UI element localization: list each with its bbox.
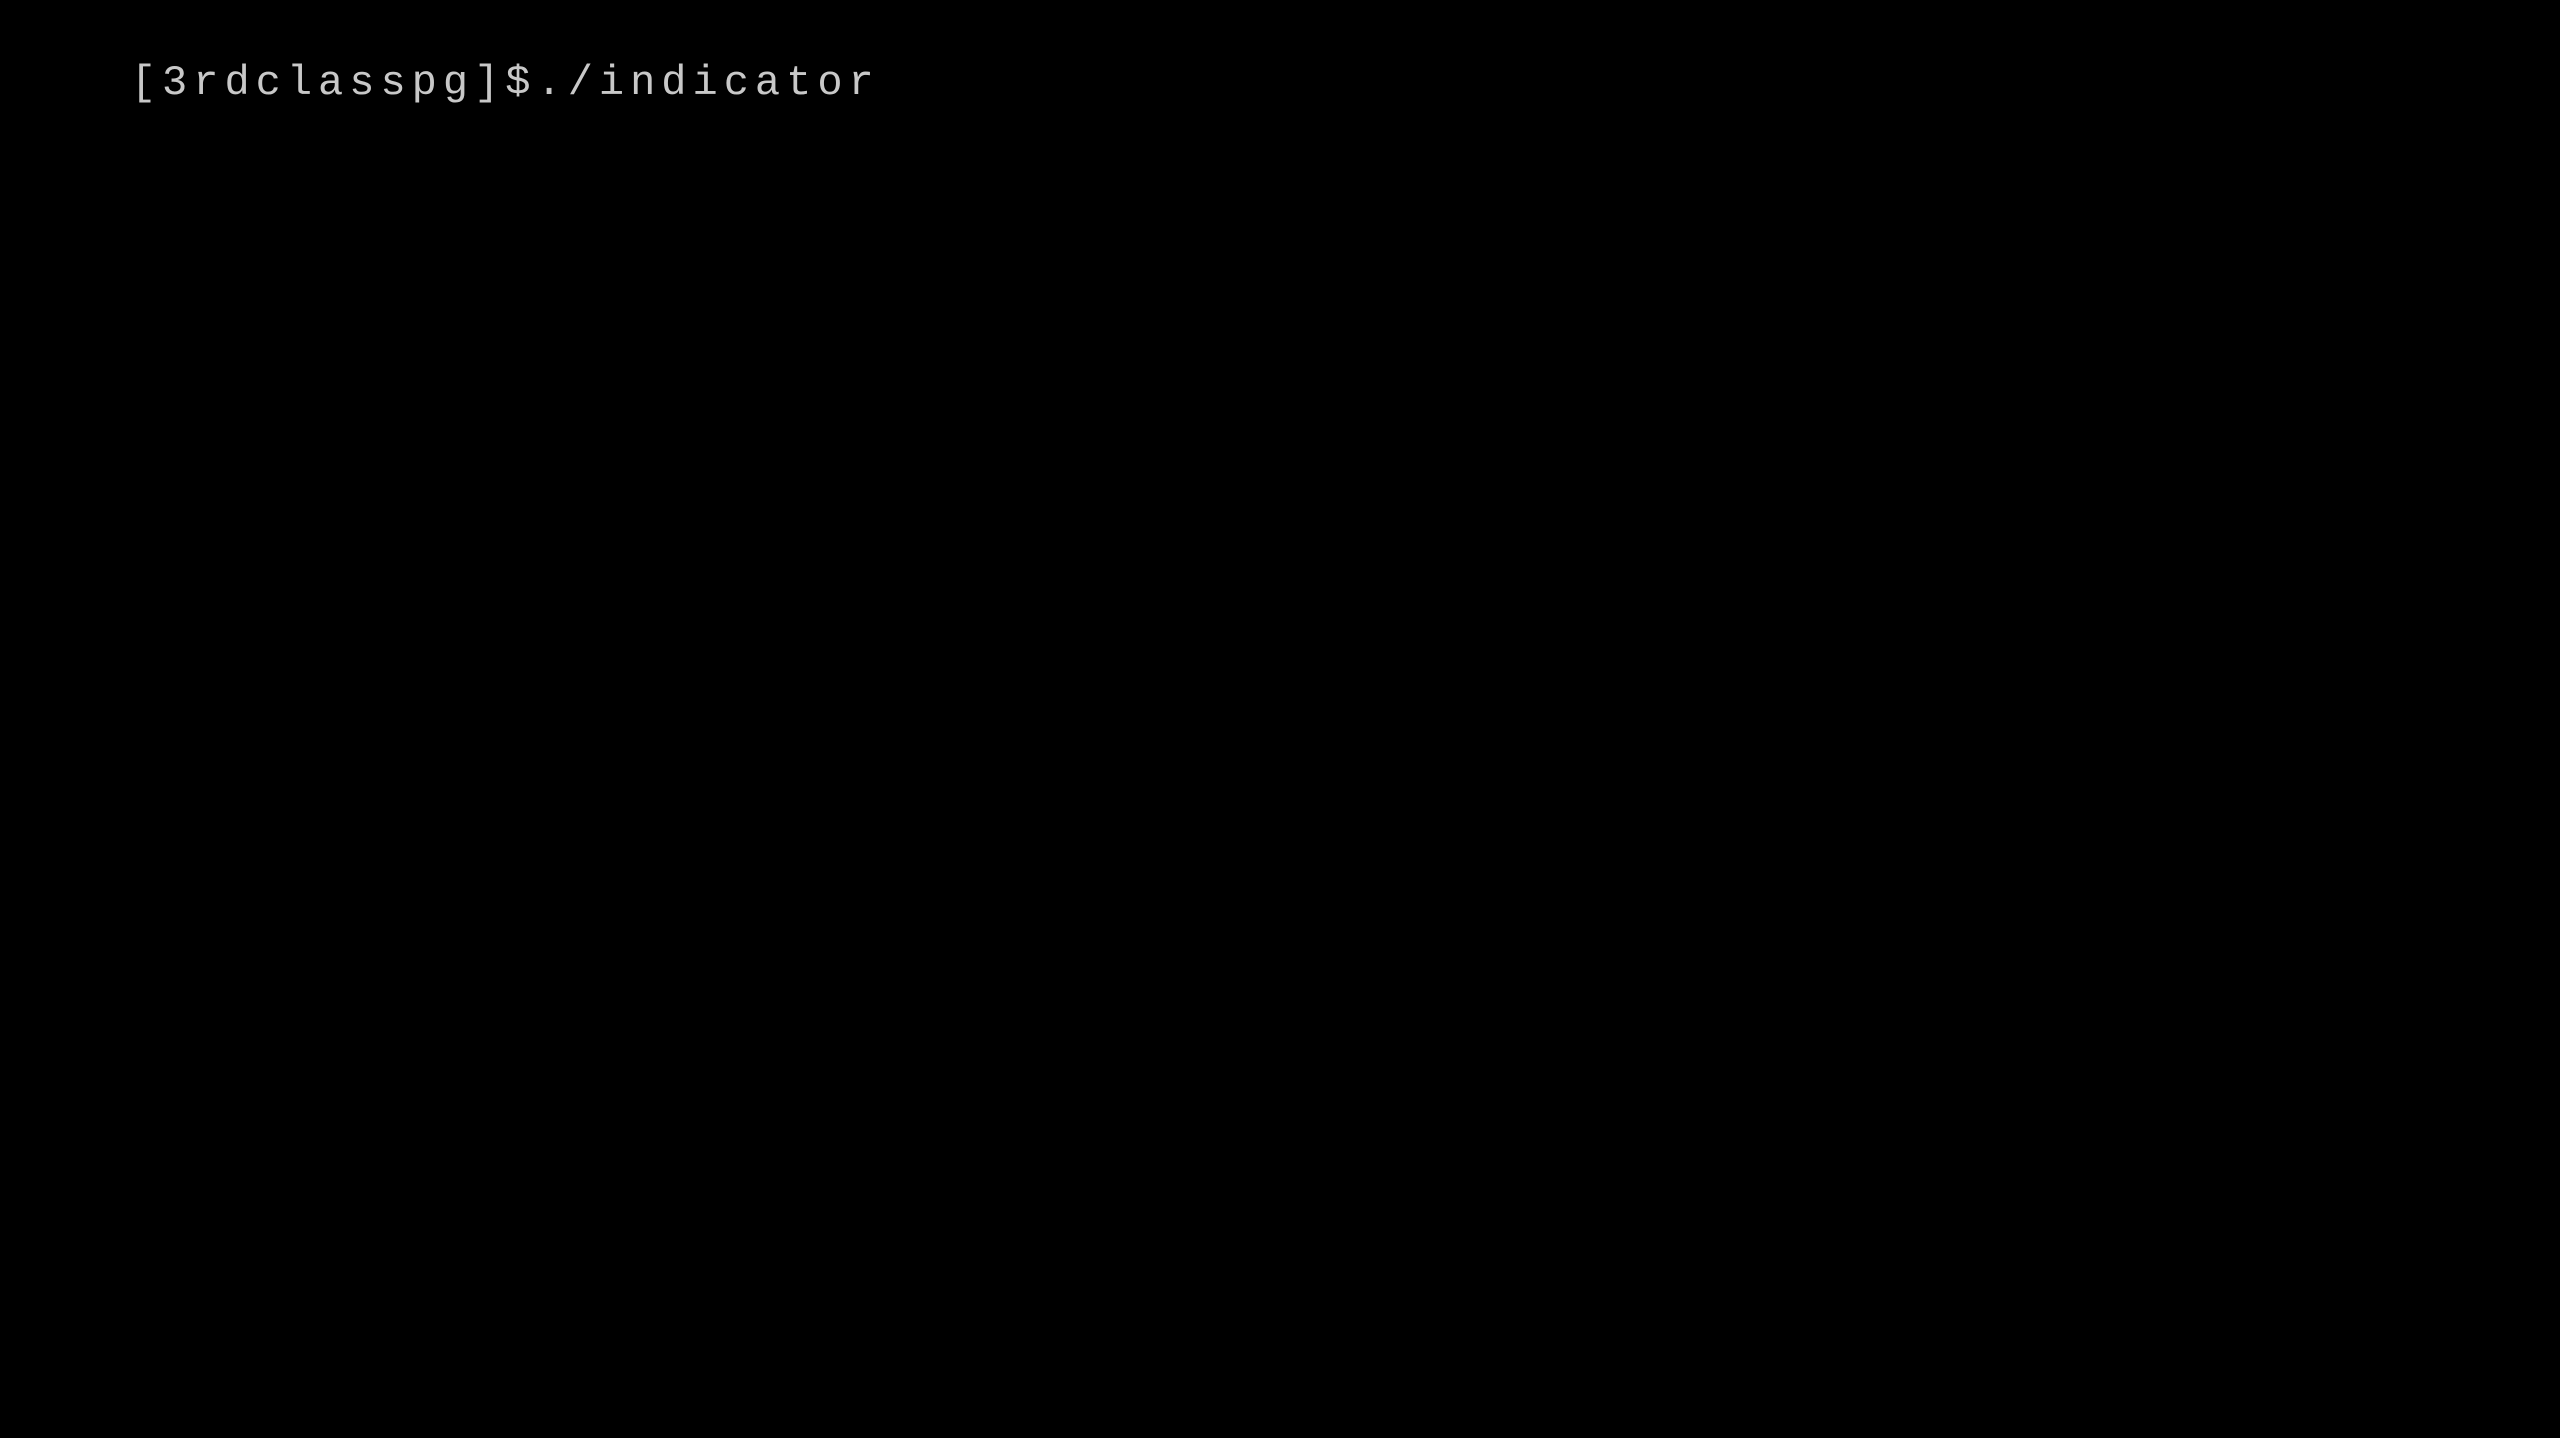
entered-command: ./indicator	[536, 59, 879, 107]
terminal-command-line: [3rdclasspg]$./indicator	[6, 8, 2554, 159]
shell-prompt: [3rdclasspg]$	[131, 59, 537, 107]
terminal-window[interactable]: [3rdclasspg]$./indicator	[0, 0, 2560, 1438]
